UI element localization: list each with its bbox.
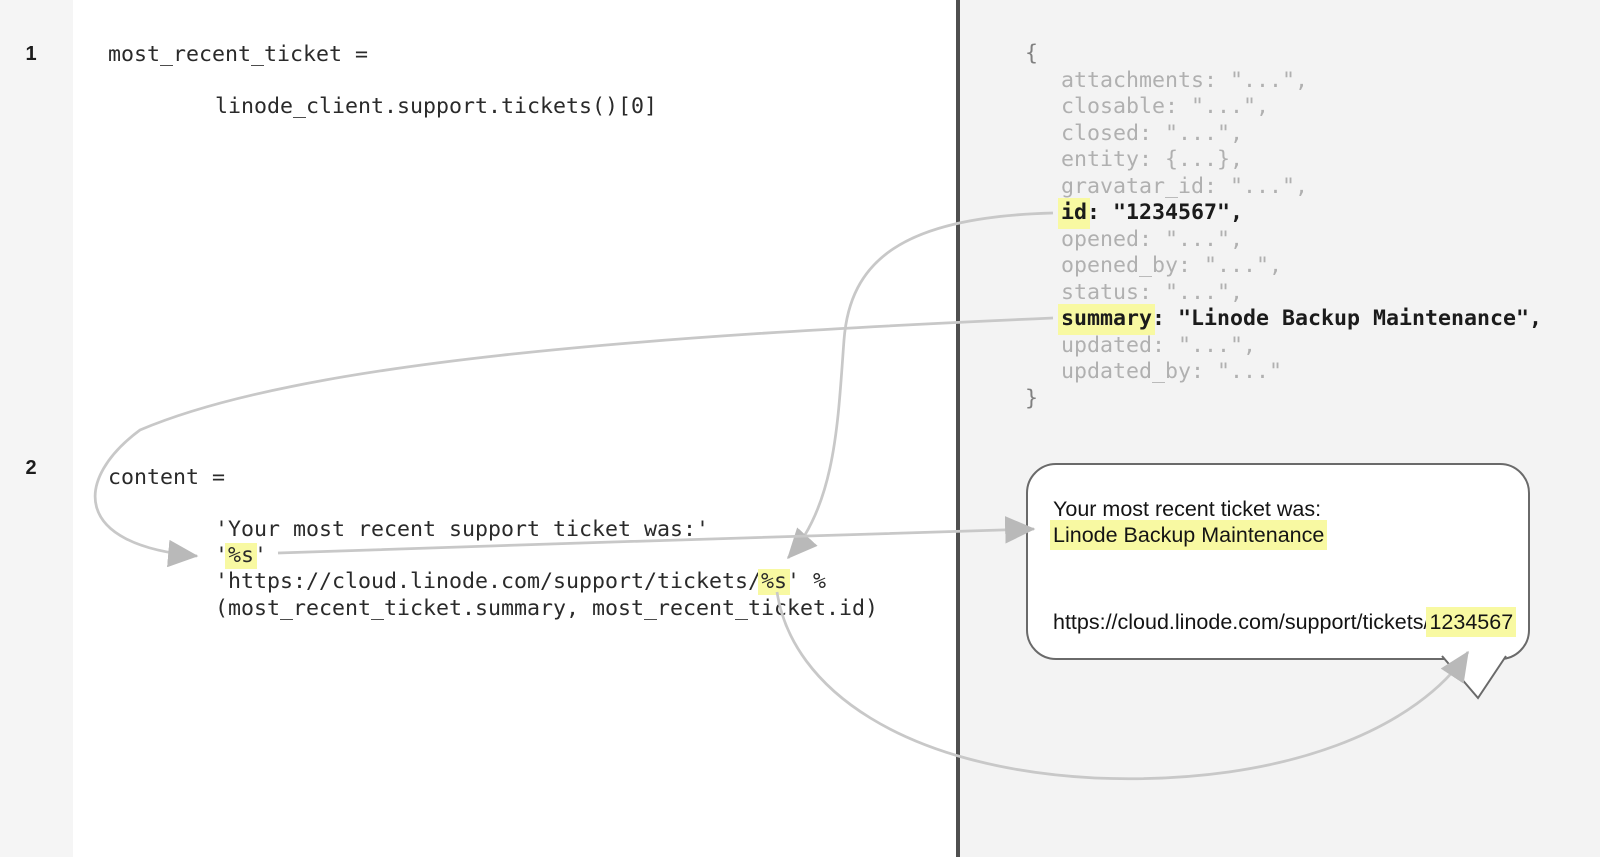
code-line1-assignment: most_recent_ticket = <box>108 44 368 66</box>
code-flow-diagram: 1 2 most_recent_ticket = linode_client.s… <box>0 0 1600 857</box>
code-format-args: (most_recent_ticket.summary, most_recent… <box>215 598 878 620</box>
ticket-object-line: summary: "Linode Backup Maintenance", <box>1025 306 1542 333</box>
percent-s-placeholder-1: %s <box>225 543 257 569</box>
ticket-object: {attachments: "...",closable: "...",clos… <box>1025 41 1542 412</box>
ticket-object-line: entity: {...}, <box>1025 147 1542 174</box>
code-url-prefix: 'https://cloud.linode.com/support/ticket… <box>215 569 761 594</box>
output-bubble: Your most recent ticket was: Linode Back… <box>1026 463 1530 660</box>
bubble-line-1: Your most recent ticket was: <box>1053 496 1321 522</box>
line-number-1: 1 <box>11 43 51 65</box>
code-string-2: '%s' <box>215 545 267 567</box>
code-string-2-quote-close: ' <box>254 543 267 568</box>
bubble-url-line: https://cloud.linode.com/support/tickets… <box>1053 609 1513 635</box>
ticket-object-line: opened: "...", <box>1025 227 1542 254</box>
percent-s-placeholder-2: %s <box>758 569 790 595</box>
ticket-object-line: attachments: "...", <box>1025 68 1542 95</box>
ticket-object-line: updated_by: "..." <box>1025 359 1542 386</box>
ticket-object-line: status: "...", <box>1025 280 1542 307</box>
bubble-ticket-id-value: 1234567 <box>1426 607 1516 637</box>
code-line2-assignment: content = <box>108 467 225 489</box>
line-number-gutter <box>0 0 73 857</box>
ticket-field-key-id: id <box>1058 198 1090 229</box>
line-number-2: 2 <box>11 457 51 479</box>
ticket-field-key-summary: summary <box>1058 304 1155 335</box>
ticket-object-line: gravatar_id: "...", <box>1025 174 1542 201</box>
ticket-object-line: closed: "...", <box>1025 121 1542 148</box>
code-string-1: 'Your most recent support ticket was:' <box>215 519 709 541</box>
pane-divider <box>956 0 960 857</box>
code-string-3-suffix: ' % <box>787 569 826 594</box>
bubble-summary-value: Linode Backup Maintenance <box>1050 520 1327 550</box>
bubble-url-prefix: https://cloud.linode.com/support/tickets… <box>1053 610 1429 634</box>
code-string-3: 'https://cloud.linode.com/support/ticket… <box>215 571 826 593</box>
ticket-object-line: updated: "...", <box>1025 333 1542 360</box>
code-line1-value: linode_client.support.tickets()[0] <box>215 96 657 118</box>
ticket-object-line: } <box>1025 386 1542 413</box>
bubble-line-2: Linode Backup Maintenance <box>1053 522 1324 548</box>
ticket-object-line: id: "1234567", <box>1025 200 1542 227</box>
ticket-object-line: opened_by: "...", <box>1025 253 1542 280</box>
ticket-object-line: { <box>1025 41 1542 68</box>
ticket-object-line: closable: "...", <box>1025 94 1542 121</box>
